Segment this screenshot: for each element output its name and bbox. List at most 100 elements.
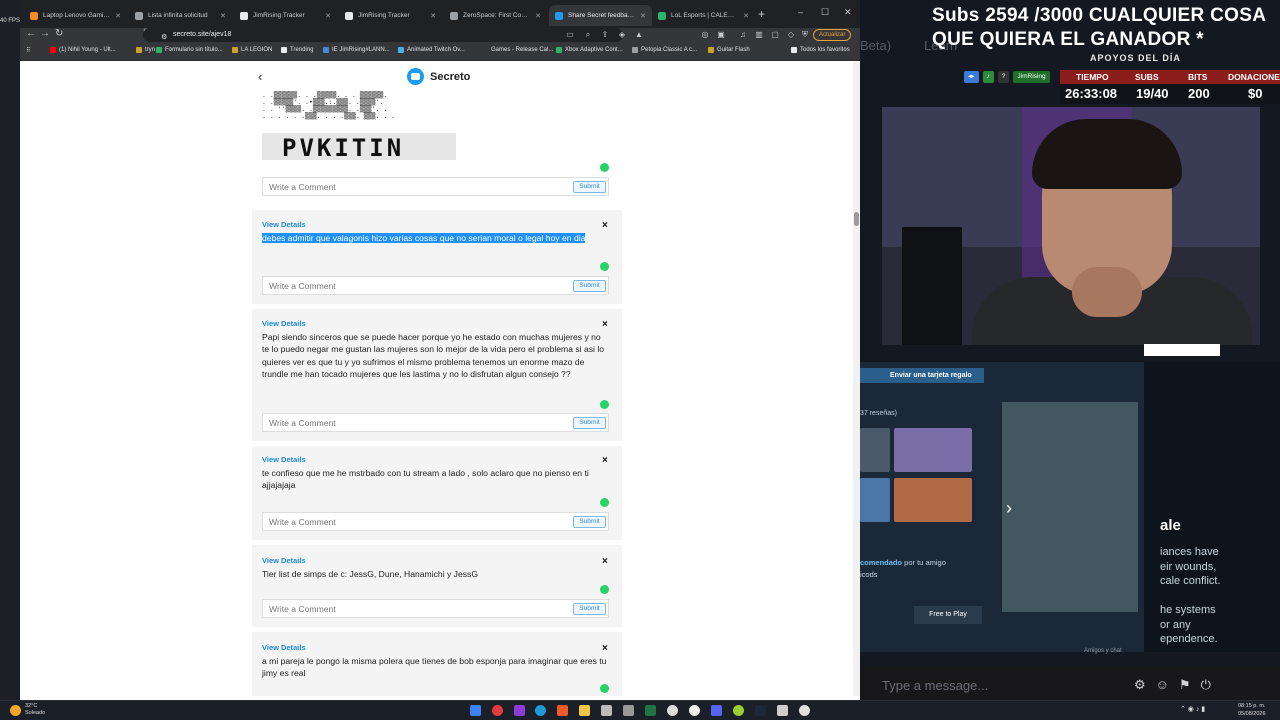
discord-icon[interactable]: [711, 705, 722, 716]
submit-button[interactable]: Submit: [573, 280, 606, 292]
comment-input[interactable]: [269, 182, 559, 192]
close-tab-icon[interactable]: ✕: [115, 12, 121, 20]
brave-shield-icon[interactable]: ◈: [617, 30, 627, 40]
page-scrollbar[interactable]: [853, 62, 860, 696]
chat-user-badge[interactable]: JimRising: [1013, 71, 1050, 83]
comment-input[interactable]: [269, 281, 559, 291]
bookmark-item[interactable]: Games - Release Cal...: [482, 47, 553, 53]
bookmark-item[interactable]: Petopia Classic A c...: [632, 47, 697, 53]
view-details-link[interactable]: View Details: [262, 319, 306, 328]
chat-action-icons[interactable]: ⚙☺⚑⏻: [1134, 677, 1221, 693]
close-icon[interactable]: ×: [602, 319, 608, 330]
bookmark-item[interactable]: Xbox Adaptive Cont...: [556, 47, 623, 53]
media-icon[interactable]: [689, 705, 700, 716]
close-tab-icon[interactable]: ✕: [220, 12, 226, 20]
comment-input[interactable]: [269, 418, 559, 428]
tabs-icon[interactable]: ▢: [770, 30, 780, 40]
whatsapp-share-icon[interactable]: [600, 262, 609, 271]
browser-tab[interactable]: Laptop Lenovo Gaming Legion ✕: [24, 5, 127, 26]
extension-icon[interactable]: ◎: [700, 30, 710, 40]
maximize-button[interactable]: ☐: [821, 7, 829, 18]
screen-icon[interactable]: ▭: [565, 30, 575, 40]
system-tray-icons[interactable]: ⌃ ◉ ♪ ▮: [1180, 705, 1205, 713]
comment-input[interactable]: [269, 604, 559, 614]
bookmark-item[interactable]: IE JimRising#LANN...: [323, 47, 390, 53]
start-icon[interactable]: [470, 705, 481, 716]
chevron-right-icon[interactable]: ›: [1006, 498, 1012, 519]
back-arrow-icon[interactable]: ←: [26, 28, 36, 39]
extension-icon[interactable]: ▣: [716, 30, 726, 40]
music-icon[interactable]: ♫: [738, 30, 748, 40]
screenshot-thumbnail[interactable]: [860, 478, 890, 522]
view-details-link[interactable]: View Details: [262, 556, 306, 565]
excel-icon[interactable]: [645, 705, 656, 716]
scrollbar-thumb[interactable]: [854, 212, 859, 226]
browser-tab-active[interactable]: Share Secret feedback at ✕: [549, 5, 652, 26]
chat-settings-icon[interactable]: ◂▸: [964, 71, 979, 83]
folder-icon[interactable]: [579, 705, 590, 716]
view-details-link[interactable]: View Details: [262, 455, 306, 464]
screenshot-thumbnail[interactable]: [894, 428, 972, 472]
gift-card-button[interactable]: Enviar una tarjeta regalo: [860, 368, 984, 383]
friends-chat-link[interactable]: Amigos y chat: [1084, 648, 1122, 654]
rewards-icon[interactable]: ▲: [634, 30, 644, 40]
back-button[interactable]: ‹: [258, 69, 262, 84]
app-icon[interactable]: [492, 705, 503, 716]
share-icon[interactable]: ⇪: [600, 30, 610, 40]
vpn-icon[interactable]: ⛨: [800, 30, 810, 40]
free-to-play-button[interactable]: Free to Play: [914, 606, 982, 624]
bookmark-item[interactable]: Trending: [281, 47, 313, 53]
close-window-button[interactable]: ✕: [844, 7, 852, 18]
bookmark-item[interactable]: tryn: [136, 47, 155, 53]
app-icon[interactable]: [777, 705, 788, 716]
browser-tab[interactable]: JimRising Tracker ✕: [234, 5, 337, 26]
close-icon[interactable]: ×: [602, 220, 608, 231]
close-tab-icon[interactable]: ✕: [430, 12, 436, 20]
submit-button[interactable]: Submit: [573, 603, 606, 615]
bookmark-item[interactable]: Formulario sin título...: [156, 47, 223, 53]
sidebar-icon[interactable]: ▥: [754, 30, 764, 40]
forward-arrow-icon[interactable]: →: [40, 28, 50, 39]
brave-icon[interactable]: [557, 705, 568, 716]
game-hero-image[interactable]: [1002, 402, 1138, 612]
whatsapp-share-icon[interactable]: [600, 684, 609, 693]
app-icon[interactable]: [601, 705, 612, 716]
bookmark-item[interactable]: Animated Twitch Ov...: [398, 47, 465, 53]
submit-button[interactable]: Submit: [573, 417, 606, 429]
steam-icon[interactable]: [755, 705, 766, 716]
close-tab-icon[interactable]: ✕: [743, 12, 749, 20]
clock[interactable]: 08:15 p. m. 05/08/2026: [1238, 702, 1266, 718]
bookmark-item[interactable]: LA LEGION: [232, 47, 272, 53]
app-icon[interactable]: [667, 705, 678, 716]
new-tab-button[interactable]: +: [758, 7, 765, 21]
whatsapp-share-icon[interactable]: [600, 163, 609, 172]
app-icon[interactable]: [733, 705, 744, 716]
view-details-link[interactable]: View Details: [262, 220, 306, 229]
submit-button[interactable]: Submit: [573, 516, 606, 528]
update-button[interactable]: Actualizar: [813, 29, 852, 41]
screenshot-thumbnail[interactable]: [860, 428, 890, 472]
bookmark-item[interactable]: (1) Nihil Young - Ult...: [50, 47, 116, 53]
browser-tab[interactable]: ZeroSpace: First Contact Invit ✕: [444, 5, 547, 26]
address-bar[interactable]: ⚙ secreto.site/ajev18: [143, 28, 623, 42]
close-icon[interactable]: ×: [602, 556, 608, 567]
wallet-icon[interactable]: ◇: [786, 30, 796, 40]
close-tab-icon[interactable]: ✕: [325, 12, 331, 20]
close-icon[interactable]: ×: [602, 643, 608, 654]
whatsapp-share-icon[interactable]: [600, 585, 609, 594]
chat-message-input[interactable]: Type a message...: [882, 678, 988, 693]
browser-tab[interactable]: LoL Esports | CALENDARIO ✕: [652, 5, 755, 26]
screenshot-thumbnail[interactable]: [894, 478, 972, 522]
app-icon[interactable]: [514, 705, 525, 716]
close-icon[interactable]: ×: [602, 455, 608, 466]
weather-widget[interactable]: 32°C Soleado: [10, 703, 45, 717]
bookmark-item[interactable]: Todos los favoritos: [791, 47, 850, 53]
site-info-icon[interactable]: ⚙: [161, 31, 169, 41]
close-tab-icon[interactable]: ✕: [535, 12, 541, 20]
comment-input[interactable]: [269, 517, 559, 527]
minimize-button[interactable]: –: [798, 7, 803, 17]
help-icon[interactable]: ?: [997, 71, 1010, 83]
apps-icon[interactable]: ⠿: [26, 47, 30, 54]
obs-icon[interactable]: [799, 705, 810, 716]
whatsapp-share-icon[interactable]: [600, 400, 609, 409]
